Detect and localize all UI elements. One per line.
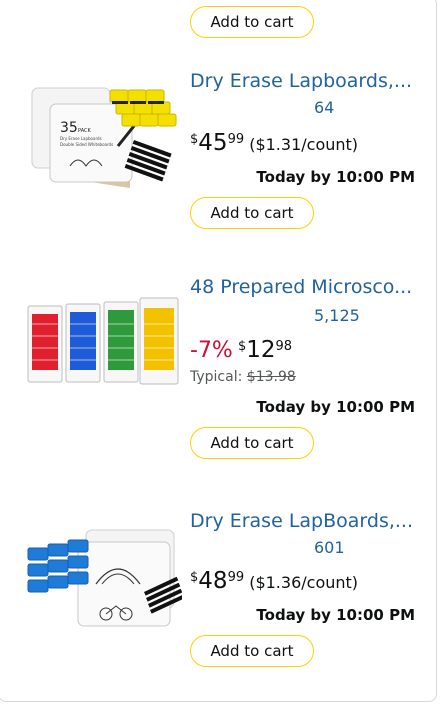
price: $4599 ($1.31/count) xyxy=(190,130,358,156)
unit-price: ($1.31/count) xyxy=(249,135,359,154)
price: $4899 ($1.36/count) xyxy=(190,568,358,594)
add-to-cart-button[interactable]: Add to cart xyxy=(190,635,314,667)
add-to-cart-button[interactable]: Add to cart xyxy=(190,6,314,38)
svg-text:35: 35 xyxy=(60,120,78,136)
price: -7% $1298 xyxy=(190,337,292,363)
discount-badge: -7% xyxy=(190,338,233,363)
product-image-lapboards[interactable]: 35 PACK Dry Erase Lapboards Double Sided… xyxy=(22,80,182,200)
unit-price: ($1.36/count) xyxy=(249,573,359,592)
typical-label: Typical: xyxy=(190,369,243,385)
add-to-cart-button[interactable]: Add to cart xyxy=(190,197,314,229)
price-fraction: 99 xyxy=(227,132,245,147)
price-whole: 45 xyxy=(198,130,228,156)
svg-text:Double Sided Whiteboards: Double Sided Whiteboards xyxy=(60,142,113,147)
delivery-date: Today by 10:00 PM xyxy=(256,398,415,416)
rating-count[interactable]: 5,125 xyxy=(314,306,360,325)
svg-text:Dry Erase Lapboards: Dry Erase Lapboards xyxy=(60,136,102,141)
add-to-cart-button[interactable]: Add to cart xyxy=(190,427,314,459)
price-whole: 48 xyxy=(198,568,228,594)
price-symbol: $ xyxy=(237,339,247,354)
product-image-microscope-slides[interactable] xyxy=(22,292,182,392)
price-symbol: $ xyxy=(190,132,199,147)
product-title[interactable]: Dry Erase LapBoards,... xyxy=(190,510,426,532)
product-title[interactable]: 48 Prepared Microsco... xyxy=(190,276,426,298)
typical-price: Typical: $13.98 xyxy=(190,369,296,385)
rating-count[interactable]: 601 xyxy=(314,538,345,557)
product-title[interactable]: Dry Erase Lapboards,... xyxy=(190,70,426,92)
product-image-lapboards-2[interactable] xyxy=(22,520,185,640)
price-fraction: 99 xyxy=(227,570,245,585)
price-symbol: $ xyxy=(190,570,199,585)
price-fraction: 98 xyxy=(275,339,293,354)
svg-text:PACK: PACK xyxy=(78,128,92,134)
rating-count[interactable]: 64 xyxy=(314,98,334,117)
typical-price-value: $13.98 xyxy=(246,369,296,385)
delivery-date: Today by 10:00 PM xyxy=(256,606,415,624)
price-whole: 12 xyxy=(246,337,276,363)
delivery-date: Today by 10:00 PM xyxy=(256,168,415,186)
